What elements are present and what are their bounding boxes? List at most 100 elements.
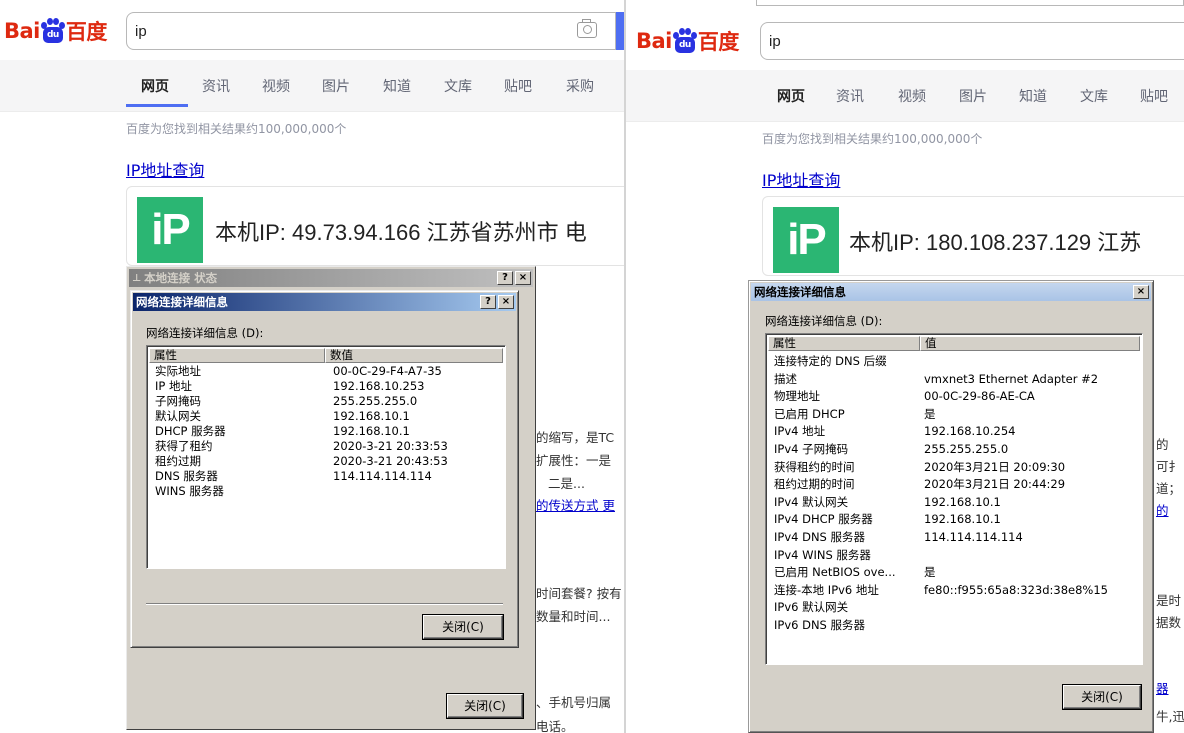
property-name: IPv6 DNS 服务器 [774,617,866,632]
search-query: ip [135,23,147,40]
property-value: 2020-3-21 20:43:53 [333,454,448,468]
tab-web[interactable]: 网页 [141,76,169,96]
list-item[interactable]: IPv4 WINS 服务器 [768,548,1140,566]
property-value: 2020年3月21日 20:44:29 [924,477,1066,492]
ip-logo-icon: iP [773,207,839,273]
tab-web[interactable]: 网页 [777,86,805,106]
list-item[interactable]: IPv6 DNS 服务器 [768,618,1140,636]
list-item[interactable]: 租约过期 2020-3-21 20:43:53 [149,454,503,469]
tab-images[interactable]: 图片 [322,76,350,96]
property-value: 2020-3-21 20:33:53 [333,439,448,453]
details-group-label: 网络连接详细信息 (D): [765,314,883,328]
search-input[interactable]: ip [760,22,1184,60]
list-item[interactable]: 默认网关 192.168.10.1 [149,409,503,424]
list-item[interactable]: IPv4 DNS 服务器 114.114.114.114 [768,530,1140,548]
baidu-logo[interactable]: Bai du 百度 [4,16,107,46]
tab-news[interactable]: 资讯 [202,76,230,96]
property-name: 描述 [774,371,797,386]
close-icon[interactable]: × [498,295,514,309]
snippet-link[interactable]: 的传送方式 更 [536,495,615,514]
property-name: 物理地址 [774,389,820,404]
property-value: 是 [924,406,936,421]
details-close-button[interactable]: 关闭(C) [423,615,503,639]
tab-tieba[interactable]: 贴吧 [1140,86,1168,106]
list-item[interactable]: 实际地址 00-0C-29-F4-A7-35 [149,364,503,379]
logo-text-zh: 百度 [697,30,740,54]
tab-images[interactable]: 图片 [959,86,987,106]
column-header-value[interactable]: 值 [920,336,1140,351]
header: Bai du 百度 ip [626,0,1184,72]
baidu-logo[interactable]: Bai du 百度 [636,26,739,56]
property-name: 租约过期的时间 [774,477,855,492]
status-dialog-titlebar[interactable]: ⊥ 本地连接 状态 ? × [129,269,533,287]
list-item[interactable]: IPv4 DHCP 服务器 192.168.10.1 [768,512,1140,530]
list-item[interactable]: IPv4 地址 192.168.10.254 [768,424,1140,442]
list-item[interactable]: WINS 服务器 [149,484,503,499]
list-item[interactable]: 获得租约的时间 2020年3月21日 20:09:30 [768,460,1140,478]
details-group-label: 网络连接详细信息 (D): [146,326,264,340]
details-listview[interactable]: 属性 值 连接特定的 DNS 后缀 描述 vmxnet3 Ethernet Adap… [765,333,1143,665]
listview-header: 属性 数值 [149,348,503,363]
tab-wenku[interactable]: 文库 [444,76,472,96]
tab-tieba[interactable]: 贴吧 [504,76,532,96]
list-item[interactable]: IPv4 默认网关 192.168.10.1 [768,495,1140,513]
help-button[interactable]: ? [497,271,513,285]
column-header-property[interactable]: 属性 [768,336,920,351]
details-dialog-titlebar[interactable]: 网络连接详细信息 × [751,283,1151,301]
header: Bai du 百度 ip [0,0,624,62]
list-item[interactable]: 已启用 DHCP 是 [768,407,1140,425]
list-item[interactable]: 租约过期的时间 2020年3月21日 20:44:29 [768,477,1140,495]
list-item[interactable]: 获得了租约 2020-3-21 20:33:53 [149,439,503,454]
tab-video[interactable]: 视频 [262,76,290,96]
tab-video[interactable]: 视频 [898,86,926,106]
list-item[interactable]: IPv6 默认网关 [768,600,1140,618]
list-item[interactable]: 已启用 NetBIOS ove... 是 [768,565,1140,583]
list-item[interactable]: 连接-本地 IPv6 地址 fe80::f955:65a8:323d:38e8%1… [768,583,1140,601]
ip-address-text: 本机IP: 180.108.237.129 江苏 [849,230,1142,255]
property-name: IPv4 地址 [774,424,826,439]
result-title-link[interactable]: IP地址查询 [762,167,840,191]
close-icon[interactable]: × [1133,285,1149,299]
list-item[interactable]: 物理地址 00-0C-29-86-AE-CA [768,389,1140,407]
details-dialog-titlebar[interactable]: 网络连接详细信息 ? × [133,293,516,311]
property-name: 已启用 NetBIOS ove... [774,565,896,580]
search-button[interactable] [616,12,624,50]
property-name: IPv4 WINS 服务器 [774,547,871,562]
list-item[interactable]: DHCP 服务器 192.168.10.1 [149,424,503,439]
column-header-value[interactable]: 数值 [325,348,503,363]
listview-header: 属性 值 [768,336,1140,351]
result-title-link[interactable]: IP地址查询 [126,157,204,181]
list-item[interactable]: 描述 vmxnet3 Ethernet Adapter #2 [768,372,1140,390]
list-item[interactable]: 子网掩码 255.255.255.0 [149,394,503,409]
property-value: 是 [924,565,936,580]
snippet-link[interactable]: 器 [1156,678,1169,697]
property-value: 255.255.255.0 [924,441,1009,456]
list-item[interactable]: IP 地址 192.168.10.253 [149,379,503,394]
property-name: IPv4 默认网关 [774,494,849,509]
snippet-text: 道； [1156,481,1182,496]
result-count: 百度为您找到相关结果约100,000,000个 [762,132,983,146]
snippet-link[interactable]: 的 [1156,500,1169,519]
tab-zhidao[interactable]: 知道 [1019,86,1047,106]
list-item[interactable]: IPv4 子网掩码 255.255.255.0 [768,442,1140,460]
property-name: 连接-本地 IPv6 地址 [774,582,879,597]
details-close-button[interactable]: 关闭(C) [1063,685,1141,709]
details-listview[interactable]: 属性 数值 实际地址 00-0C-29-F4-A7-35 IP 地址 192.168.… [146,345,506,569]
property-value: 192.168.10.1 [924,512,1001,527]
help-button[interactable]: ? [480,295,496,309]
tab-news[interactable]: 资讯 [836,86,864,106]
tab-zhidao[interactable]: 知道 [383,76,411,96]
snippet-text: 电话。 [536,719,574,733]
camera-icon[interactable] [577,19,597,38]
search-input[interactable]: ip [126,12,616,50]
status-close-button[interactable]: 关闭(C) [447,694,523,718]
paw-icon: du [40,18,65,43]
list-item[interactable]: 连接特定的 DNS 后缀 [768,354,1140,372]
tab-caigou[interactable]: 采购 [566,76,594,96]
left-browser-pane: Bai du 百度 ip 网页 资讯 视频 图片 知道 文库 贴吧 采购 百度为… [0,0,624,733]
list-item[interactable]: DNS 服务器 114.114.114.114 [149,469,503,484]
close-icon[interactable]: × [515,271,531,285]
property-value: 114.114.114.114 [924,529,1023,544]
tab-wenku[interactable]: 文库 [1080,86,1108,106]
column-header-property[interactable]: 属性 [149,348,325,363]
